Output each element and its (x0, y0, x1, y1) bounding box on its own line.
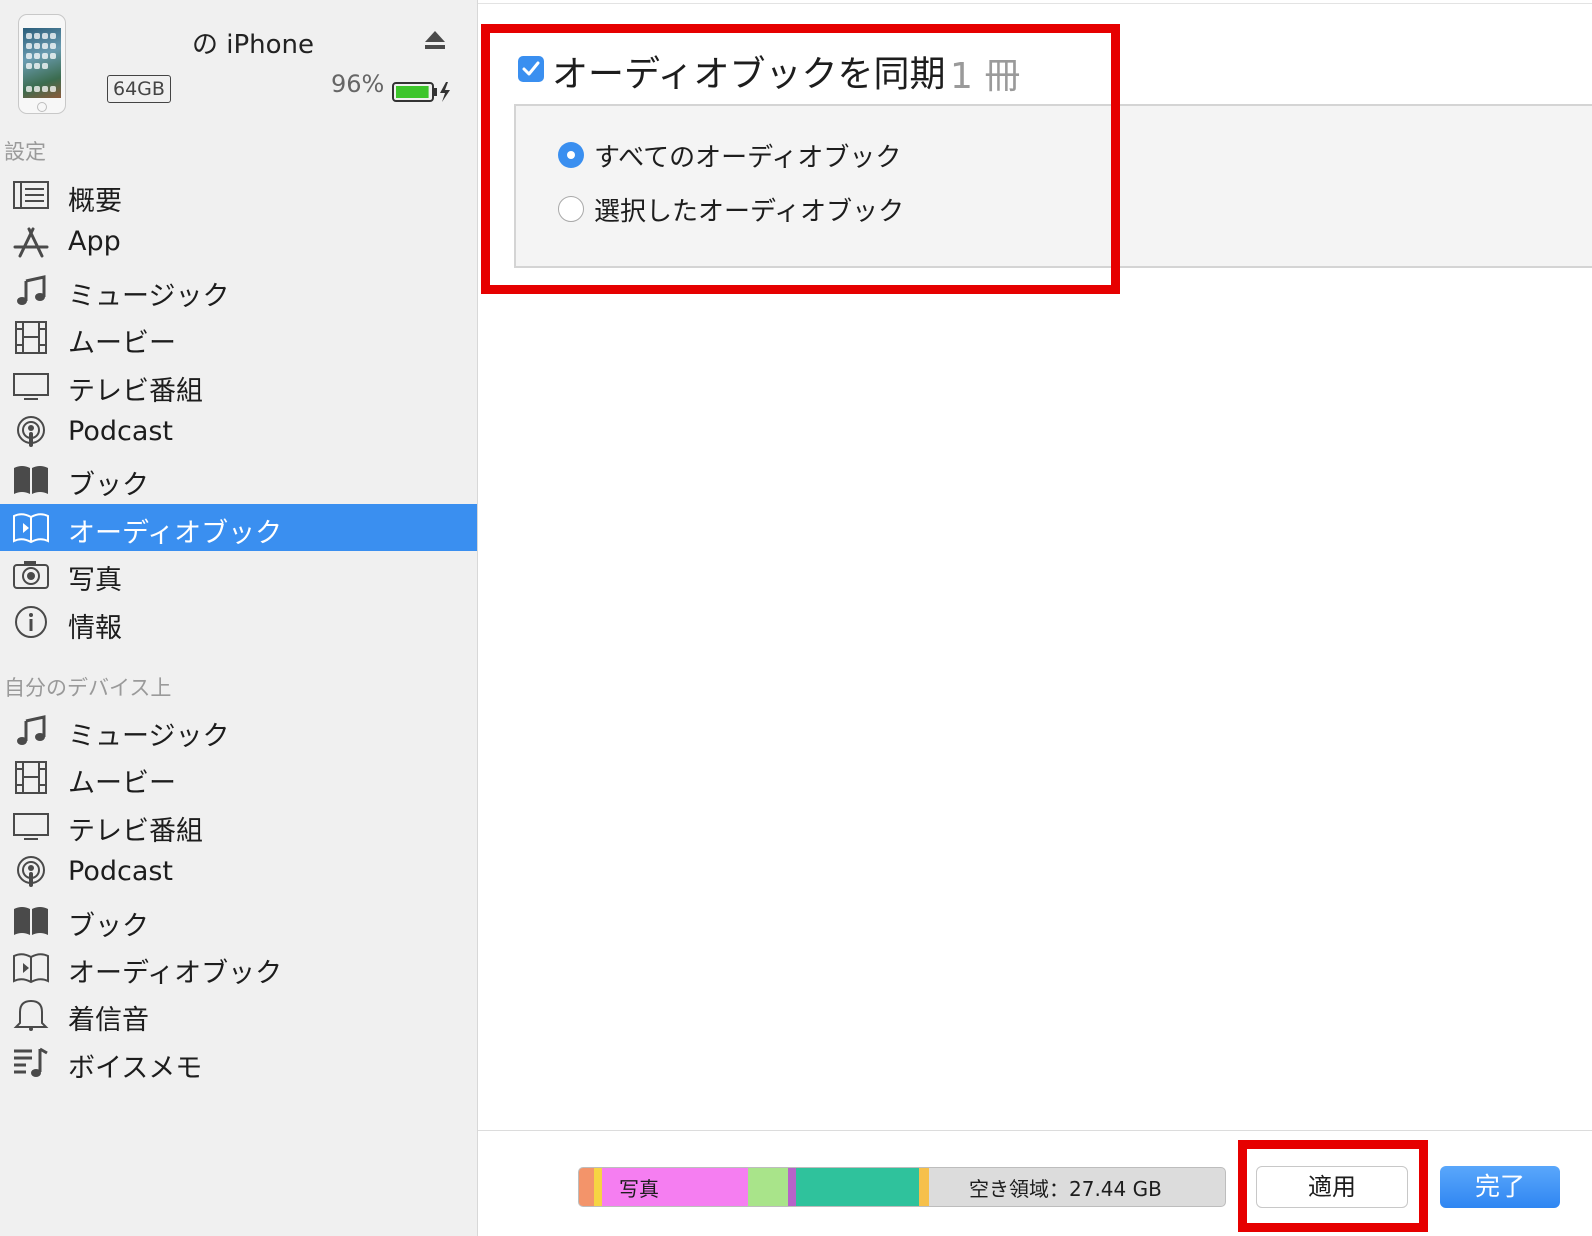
music-note-icon (12, 713, 50, 747)
sidebar-item-label: Podcast (68, 856, 174, 888)
storage-usage-bar: 写真 空き領域：27.44 GB (578, 1167, 1226, 1207)
summary-list-icon (12, 178, 50, 212)
on-device-heading: 自分のデバイス上 (4, 676, 172, 700)
sidebar-item-label: App (68, 226, 121, 258)
sidebar-item-film-strip[interactable]: ムービー (0, 314, 477, 361)
storage-segment-other-a (579, 1168, 594, 1206)
storage-free-label: 空き領域：27.44 GB (969, 1177, 1162, 1201)
film-strip-icon (12, 320, 50, 355)
sidebar-item-book[interactable]: ブック (0, 456, 477, 503)
sidebar-item-music-note[interactable]: ミュージック (0, 707, 477, 754)
storage-segment-other-c (919, 1168, 929, 1206)
sidebar-item-tv-monitor[interactable]: テレビ番組 (0, 802, 477, 849)
footer-divider (478, 1130, 1592, 1131)
storage-segment-apps-c (796, 1168, 919, 1206)
sidebar-item-label: 着信音 (68, 1005, 149, 1037)
sidebar-item-label: テレビ番組 (68, 375, 203, 407)
sidebar-item-camera[interactable]: 写真 (0, 551, 477, 598)
sidebar-item-label: ブック (68, 470, 149, 502)
sidebar-item-label: ミュージック (68, 280, 230, 312)
music-note-icon (12, 273, 50, 307)
camera-icon (12, 557, 50, 591)
sidebar-item-label: 概要 (68, 186, 122, 217)
sidebar-item-podcast[interactable]: Podcast (0, 849, 477, 896)
voice-memo-icon (12, 1045, 50, 1079)
highlight-sync-section (481, 24, 1120, 294)
sidebar-item-label: Podcast (68, 416, 174, 447)
sidebar-item-label: ムービー (68, 328, 176, 360)
podcast-icon (12, 855, 50, 889)
book-icon (12, 903, 50, 937)
sidebar-item-label: ミュージック (68, 721, 230, 752)
sidebar-item-tv-monitor[interactable]: テレビ番組 (0, 362, 477, 409)
settings-heading: 設定 (4, 140, 46, 164)
sidebar-item-label: ムービー (68, 768, 176, 800)
sidebar-item-label: ブック (68, 910, 149, 942)
audiobook-icon (12, 510, 50, 544)
device-header: の iPhone 64GB 96% (0, 0, 478, 130)
eject-icon[interactable] (424, 30, 446, 50)
sidebar-item-label: テレビ番組 (68, 815, 203, 847)
sidebar: の iPhone 64GB 96% 設定 概要 App ミュージック ムービー テレビ番… (0, 0, 478, 1236)
sidebar-item-bell[interactable]: 着信音 (0, 991, 477, 1038)
battery-percent: 96% (331, 70, 385, 98)
podcast-icon (12, 415, 50, 449)
sidebar-item-label: オーディオブック (68, 958, 283, 989)
info-icon (12, 605, 50, 639)
sidebar-item-audiobook[interactable]: オーディオブック (0, 944, 477, 991)
battery-icon (392, 82, 450, 102)
sidebar-item-voice-memo[interactable]: ボイスメモ (0, 1039, 477, 1086)
bell-icon (12, 997, 50, 1032)
device-name: の iPhone (192, 30, 315, 60)
audiobook-icon (12, 950, 50, 984)
sidebar-item-label: 情報 (68, 612, 122, 644)
sidebar-item-label: 写真 (68, 565, 122, 597)
film-strip-icon (12, 760, 50, 795)
iphone-thumbnail-icon (18, 14, 66, 114)
sidebar-item-book[interactable]: ブック (0, 897, 477, 944)
highlight-apply-button (1238, 1140, 1428, 1232)
tv-monitor-icon (12, 368, 50, 402)
storage-segment-apps-a (748, 1168, 788, 1206)
book-icon (12, 462, 50, 496)
sidebar-item-label: ボイスメモ (68, 1052, 203, 1084)
storage-segment-other-b (594, 1168, 602, 1206)
sidebar-item-podcast[interactable]: Podcast (0, 409, 477, 456)
storage-segment-apps-b (788, 1168, 796, 1206)
done-button[interactable]: 完了 (1440, 1166, 1560, 1208)
sidebar-item-audiobook[interactable]: オーディオブック (0, 503, 477, 551)
sidebar-item-film-strip[interactable]: ムービー (0, 754, 477, 801)
sidebar-item-app-store[interactable]: App (0, 219, 477, 266)
storage-photo-label: 写真 (619, 1177, 659, 1201)
tv-monitor-icon (12, 808, 50, 842)
app-store-icon (12, 225, 50, 259)
sidebar-item-label: オーディオブック (68, 517, 283, 549)
top-divider (478, 3, 1592, 4)
capacity-badge: 64GB (107, 75, 171, 103)
sidebar-item-info[interactable]: 情報 (0, 599, 477, 646)
sidebar-item-music-note[interactable]: ミュージック (0, 267, 477, 314)
sidebar-item-summary-list[interactable]: 概要 (0, 172, 477, 219)
